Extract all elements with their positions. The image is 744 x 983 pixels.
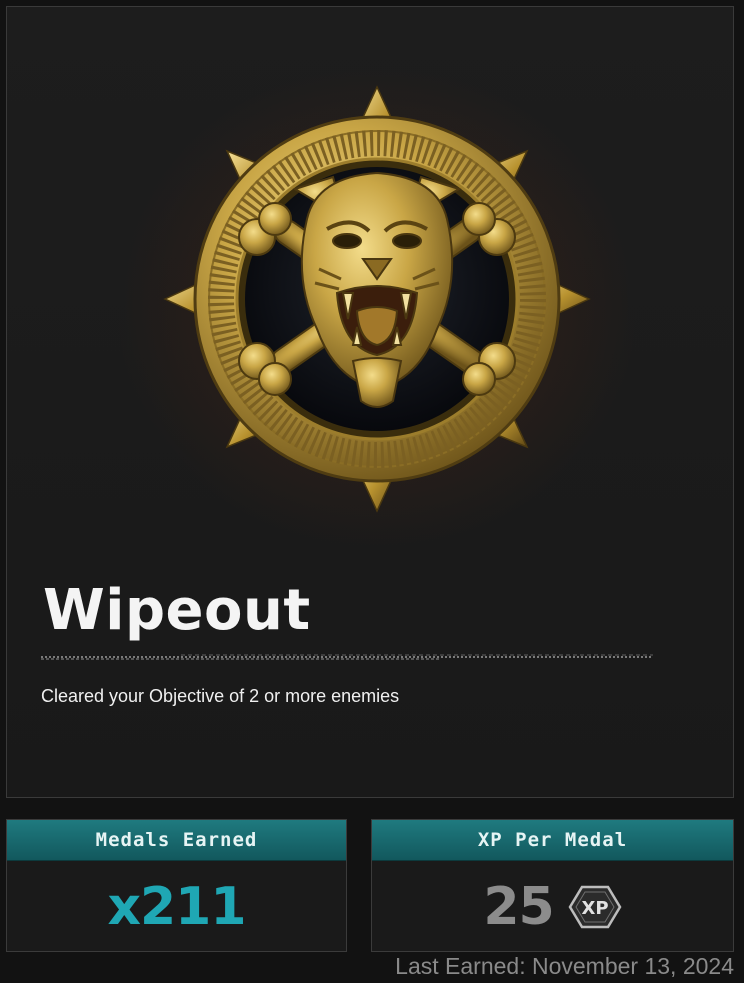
title-divider [41,654,653,660]
xp-badge-text: XP [581,898,608,919]
medals-earned-card: Medals Earned x211 [6,819,347,952]
medals-earned-label: Medals Earned [7,820,346,861]
medal-title: Wipeout [43,578,311,643]
xp-per-medal-card: XP Per Medal 25 XP [371,819,734,952]
xp-badge-icon: XP [568,885,622,928]
last-earned-date: Last Earned: November 13, 2024 [395,953,734,979]
tiger-crossbones-medal-icon [163,85,591,513]
medal-details-panel: Wipeout Cleared your Objective of 2 or m… [6,6,734,798]
medal-description: Cleared your Objective of 2 or more enem… [41,686,400,706]
xp-per-medal-value: 25 [483,876,554,937]
medals-earned-count: x211 [107,876,246,937]
xp-per-medal-label: XP Per Medal [372,820,733,861]
